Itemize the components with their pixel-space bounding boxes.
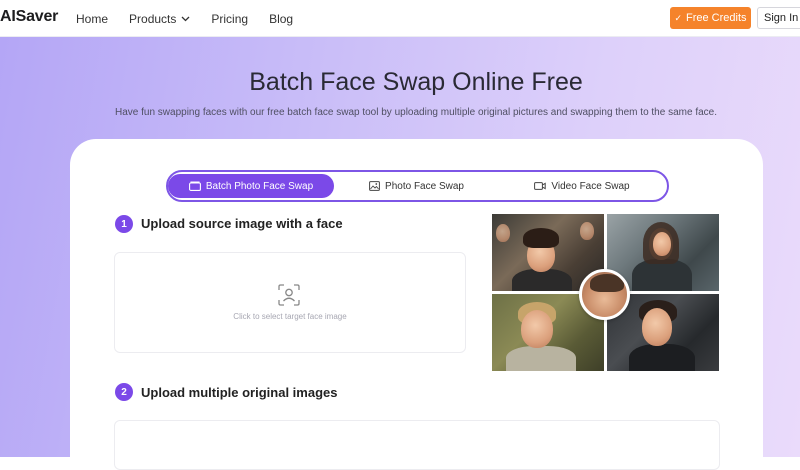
chevron-down-icon [181, 16, 190, 21]
nav-link-products-label: Products [129, 11, 177, 26]
tab-photo-face-swap-label: Photo Face Swap [385, 180, 464, 192]
batch-photo-icon [188, 181, 201, 191]
face-scan-icon [278, 284, 300, 306]
step-2-badge: 2 [115, 383, 133, 401]
original-images-upload[interactable] [114, 420, 720, 470]
logo[interactable]: AISaver [0, 8, 58, 26]
target-face-avatar [579, 269, 630, 320]
tab-batch-photo-face-swap-label: Batch Photo Face Swap [205, 180, 314, 192]
free-credits-label: Free Credits [686, 12, 747, 24]
nav-link-blog[interactable]: Blog [269, 12, 293, 26]
step-1-title: Upload source image with a face [141, 216, 343, 231]
step-2-title: Upload multiple original images [141, 385, 338, 400]
mode-tabs: Batch Photo Face Swap Photo Face Swap Vi… [166, 170, 669, 202]
nav-link-products[interactable]: Products [129, 12, 190, 26]
tab-batch-photo-face-swap[interactable]: Batch Photo Face Swap [168, 174, 334, 198]
nav-links: Home Products Pricing Blog [76, 0, 314, 37]
nav-link-pricing[interactable]: Pricing [211, 12, 248, 26]
nav-link-home[interactable]: Home [76, 12, 108, 26]
free-credits-button[interactable]: ✓ Free Credits [670, 7, 751, 29]
top-nav: AISaver Home Products Pricing Blog ✓ Fre… [0, 0, 800, 37]
source-face-upload[interactable]: Click to select target face image [114, 252, 466, 353]
video-icon [534, 182, 547, 190]
tab-video-face-swap-label: Video Face Swap [551, 180, 630, 192]
upload-hint: Click to select target face image [233, 312, 347, 321]
sign-in-button[interactable]: Sign In [757, 7, 800, 29]
check-icon: ✓ [674, 12, 682, 23]
page-title: Batch Face Swap Online Free [249, 68, 583, 96]
page-subtitle: Have fun swapping faces with our free ba… [114, 107, 717, 118]
step-1-badge: 1 [115, 215, 133, 233]
tab-video-face-swap[interactable]: Video Face Swap [499, 174, 665, 198]
tab-photo-face-swap[interactable]: Photo Face Swap [334, 174, 499, 198]
photo-icon [369, 181, 380, 191]
